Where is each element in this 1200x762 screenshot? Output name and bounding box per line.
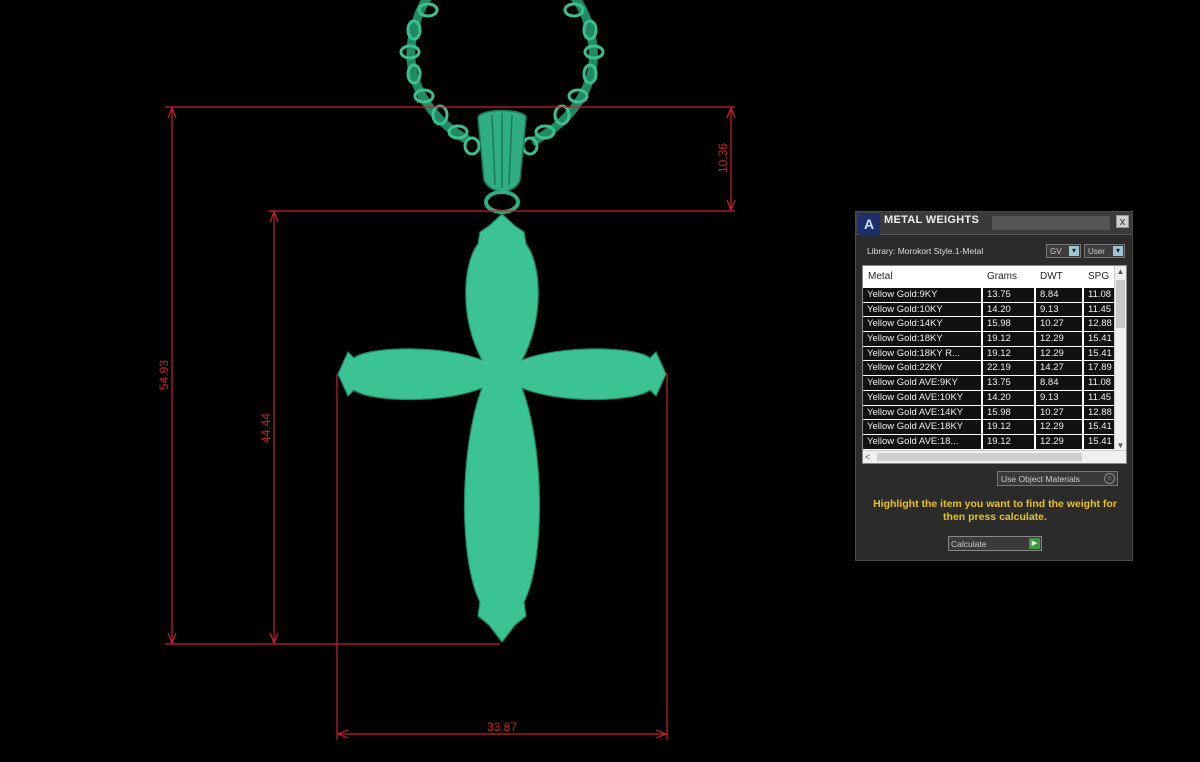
cell-dwt: 10.27 [1036,317,1083,332]
scroll-up-icon[interactable]: ▲ [1115,266,1126,278]
close-icon[interactable]: x [1116,215,1129,228]
dropdown-circle-icon: ○ [1104,473,1115,484]
table-row[interactable]: Yellow Gold:10KY 14.20 9.13 11.45 [863,302,1118,318]
cell-metal: Yellow Gold AVE:10KY [863,390,982,405]
title-grip[interactable] [992,216,1110,230]
cell-spg: 15.41 [1084,346,1118,361]
table-row[interactable]: Yellow Gold:22KY 22.19 14.27 17.89 [863,361,1118,376]
user-dropdown-label: User [1088,247,1105,256]
metal-table[interactable]: Metal Grams DWT SPG Yellow Gold:9KY 13.75… [862,265,1127,464]
object-materials-label: Use Object Materials [1001,474,1080,484]
user-dropdown[interactable]: User ▾ [1084,244,1125,258]
body-height-label: 44.44 [259,413,273,443]
cell-grams: 14.20 [983,302,1035,317]
cell-grams: 22.19 [983,361,1035,376]
header-dwt[interactable]: DWT [1040,271,1063,282]
cell-metal: Yellow Gold:10KY [863,302,982,317]
cell-metal: Yellow Gold:9KY [863,288,982,302]
cell-spg: 11.08 [1084,376,1118,390]
cell-spg: 12.88 [1084,405,1118,420]
cell-grams: 19.12 [983,346,1035,361]
cell-dwt: 12.29 [1036,346,1083,361]
gv-dropdown[interactable]: GV ▾ [1046,244,1081,258]
table-body: Yellow Gold:9KY 13.75 8.84 11.08 Yellow Gol… [863,288,1118,450]
cell-dwt: 14.27 [1036,361,1083,376]
overall-height-label: 54.93 [157,360,171,390]
cell-dwt: 9.13 [1036,302,1083,317]
cell-grams: 15.98 [983,317,1035,332]
cell-spg: 11.45 [1084,302,1118,317]
cell-grams: 15.98 [983,405,1035,420]
cell-dwt: 12.29 [1036,434,1083,449]
cell-grams: 19.12 [983,434,1035,449]
vertical-scrollbar[interactable]: ▲ ▼ [1114,266,1126,452]
cell-metal: Yellow Gold AVE:18KY [863,420,982,434]
cell-metal: Yellow Gold:18KY R... [863,346,982,361]
cell-spg: 11.45 [1084,390,1118,405]
cell-dwt: 12.29 [1036,420,1083,434]
cell-grams: 13.75 [983,376,1035,390]
scroll-left-icon[interactable]: < [865,451,870,463]
scroll-thumb[interactable] [1116,280,1125,328]
play-arrow-icon: ▶ [1029,538,1040,549]
cell-spg: 15.41 [1084,332,1118,346]
cell-metal: Yellow Gold:22KY [863,361,982,376]
bail-model [477,109,527,214]
cell-dwt: 12.29 [1036,332,1083,346]
library-label: Library: Morokort Style.1-Metal [867,246,984,256]
width-label: 33.87 [487,720,517,734]
cell-spg: 12.88 [1084,317,1118,332]
table-row[interactable]: Yellow Gold AVE:18KY 19.12 12.29 15.41 [863,420,1118,435]
cell-grams: 19.12 [983,332,1035,346]
table-header: Metal Grams DWT SPG [863,266,1116,287]
table-row[interactable]: Yellow Gold:14KY 15.98 10.27 12.88 [863,317,1118,332]
cell-dwt: 10.27 [1036,405,1083,420]
object-materials-dropdown[interactable]: Use Object Materials ○ [997,471,1118,486]
cell-dwt: 8.84 [1036,376,1083,390]
horizontal-scrollbar[interactable]: < [863,450,1126,463]
horizontal-scroll-thumb[interactable] [877,453,1082,461]
cell-grams: 13.75 [983,288,1035,302]
table-row[interactable]: Yellow Gold AVE:10KY 14.20 9.13 11.45 [863,390,1118,406]
cell-metal: Yellow Gold:18KY [863,332,982,346]
header-spg[interactable]: SPG [1088,271,1109,282]
cell-spg: 15.41 [1084,434,1118,449]
table-row[interactable]: Yellow Gold:9KY 13.75 8.84 11.08 [863,288,1118,303]
hint-text: Highlight the item you want to find the … [873,498,1117,523]
gv-dropdown-label: GV [1050,247,1062,256]
cell-metal: Yellow Gold:14KY [863,317,982,332]
cell-metal: Yellow Gold AVE:9KY [863,376,982,390]
cell-dwt: 9.13 [1036,390,1083,405]
cell-grams: 19.12 [983,420,1035,434]
cell-dwt: 8.84 [1036,288,1083,302]
table-row[interactable]: Yellow Gold AVE:18... 19.12 12.29 15.41 [863,434,1118,450]
table-row[interactable]: Yellow Gold AVE:9KY 13.75 8.84 11.08 [863,376,1118,391]
cell-spg: 15.41 [1084,420,1118,434]
dropdown-arrow-icon: ▾ [1069,246,1079,256]
dropdown-arrow-icon: ▾ [1113,246,1123,256]
app-logo-icon: A [858,213,880,235]
table-row[interactable]: Yellow Gold:18KY R... 19.12 12.29 15.41 [863,346,1118,362]
dimension-lines [165,106,736,740]
cell-spg: 11.08 [1084,288,1118,302]
table-row[interactable]: Yellow Gold AVE:14KY 15.98 10.27 12.88 [863,405,1118,421]
cell-grams: 14.20 [983,390,1035,405]
cell-metal: Yellow Gold AVE:18... [863,434,982,449]
header-grams[interactable]: Grams [987,271,1017,282]
metal-weights-panel: A METAL WEIGHTS x Library: Morokort Styl… [855,211,1133,561]
bail-height-label: 10.36 [716,143,730,173]
cross-model [337,213,667,643]
calculate-label: Calculate [951,539,987,549]
calculate-button[interactable]: Calculate ▶ [948,536,1042,551]
panel-titlebar[interactable]: A METAL WEIGHTS x [856,212,1132,235]
table-row[interactable]: Yellow Gold:18KY 19.12 12.29 15.41 [863,332,1118,347]
header-metal[interactable]: Metal [868,271,892,282]
cell-spg: 17.89 [1084,361,1118,376]
cell-metal: Yellow Gold AVE:14KY [863,405,982,420]
panel-title: METAL WEIGHTS [884,214,980,226]
